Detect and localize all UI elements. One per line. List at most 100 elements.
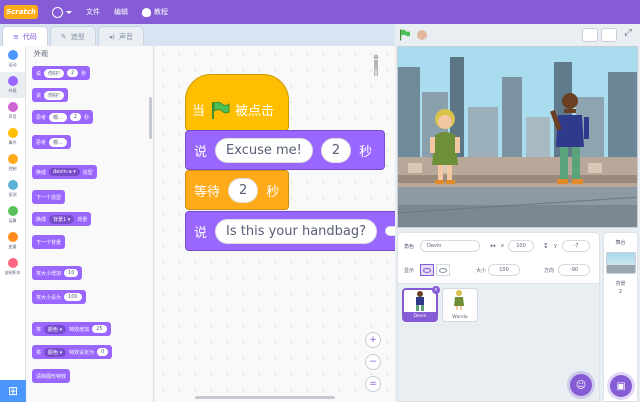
- when-flag-clicked-block[interactable]: 当 被点击: [185, 74, 289, 131]
- choose-sprite-button[interactable]: ☺: [570, 374, 592, 396]
- tutorials-menu[interactable]: 教程: [142, 7, 168, 17]
- category-sensing[interactable]: 侦测: [0, 176, 25, 202]
- set-size-block[interactable]: 将大小设为 100: [32, 290, 86, 304]
- category-events[interactable]: 事件: [0, 124, 25, 150]
- category-variables[interactable]: 变量: [0, 228, 25, 254]
- block-input[interactable]: 嗯...: [49, 112, 67, 122]
- zoom-reset-icon: =: [369, 379, 377, 389]
- zoom-in-button[interactable]: +: [365, 332, 381, 348]
- change-size-block[interactable]: 将大小增加 10: [32, 266, 83, 280]
- file-menu[interactable]: 文件: [86, 7, 100, 17]
- choose-backdrop-button[interactable]: ▣: [610, 375, 632, 397]
- block-label: 秒: [359, 144, 373, 160]
- sprite-tile-name: Wanda: [452, 314, 468, 320]
- sprite-name-input[interactable]: Devin: [420, 240, 480, 252]
- stop-icon[interactable]: [417, 30, 427, 40]
- sprite-info-panel: 角色 Devin ↔ x 100 ↕ y -7 显示 大小 100 方向 -90: [397, 232, 600, 284]
- small-stage-button[interactable]: [582, 28, 598, 42]
- category-dot-icon: [7, 50, 18, 60]
- think-for-secs-block[interactable]: 思考 嗯... 2 秒: [32, 110, 93, 124]
- large-stage-button[interactable]: [601, 28, 617, 42]
- block-input[interactable]: 10: [64, 269, 79, 277]
- switch-costume-block[interactable]: 换成 devin-a ▾ 造型: [32, 165, 97, 179]
- fullscreen-icon[interactable]: ⤢: [620, 28, 636, 42]
- wanda-sprite[interactable]: [428, 107, 462, 187]
- category-operators[interactable]: 运算: [0, 202, 25, 228]
- category-looks[interactable]: 外观: [0, 72, 25, 98]
- category-label: 侦测: [8, 192, 17, 197]
- secs-input[interactable]: 2: [320, 137, 352, 163]
- costume-dropdown[interactable]: devin-a ▾: [49, 168, 80, 176]
- category-control[interactable]: 控制: [0, 150, 25, 176]
- green-flag-icon[interactable]: [399, 29, 411, 41]
- x-input[interactable]: 100: [508, 240, 534, 252]
- stage-target-panel[interactable]: 舞台 背景 2 ▣: [603, 232, 638, 402]
- edit-menu[interactable]: 编辑: [114, 7, 128, 17]
- code-horizontal-scrollbar[interactable]: [195, 396, 335, 399]
- block-label: 将大小设为: [36, 294, 62, 301]
- tab-sounds[interactable]: ◂) 声音: [97, 26, 144, 46]
- block-label: 秒: [266, 184, 280, 200]
- block-input[interactable]: 你好!: [44, 68, 65, 78]
- zoom-out-button[interactable]: −: [365, 354, 381, 370]
- palette-scrollbar[interactable]: [149, 97, 152, 139]
- block-label: 背景: [77, 216, 88, 223]
- code-area[interactable]: 当 被点击 说 Excuse me! 2 秒 等待 2 秒 说 Is this …: [155, 46, 395, 402]
- block-input[interactable]: 嗯...: [49, 137, 67, 147]
- say-block[interactable]: 说 你好!: [32, 88, 69, 102]
- block-input[interactable]: 2: [67, 69, 79, 77]
- tab-code[interactable]: ≡ 代码: [2, 26, 48, 46]
- next-backdrop-block[interactable]: 下一个背景: [32, 235, 66, 249]
- direction-input[interactable]: -90: [558, 264, 590, 276]
- block-label: 说: [36, 70, 42, 77]
- stage-header: ⤢: [395, 24, 640, 46]
- say-for-secs-block[interactable]: 说 你好! 2 秒: [32, 66, 91, 80]
- scratch-logo[interactable]: Scratch: [4, 5, 38, 19]
- wait-block[interactable]: 等待 2 秒: [185, 170, 289, 210]
- clear-effects-block[interactable]: 清除图形特效: [32, 369, 71, 383]
- change-effect-block[interactable]: 将 颜色 ▾ 特效增加 25: [32, 322, 111, 336]
- next-costume-block[interactable]: 下一个造型: [32, 190, 66, 204]
- zoom-reset-button[interactable]: =: [365, 376, 381, 392]
- say-for-secs-block[interactable]: 说 Excuse me! 2 秒: [185, 130, 385, 170]
- category-my-blocks[interactable]: 自制积木: [0, 254, 25, 280]
- category-label: 变量: [8, 244, 17, 249]
- category-motion[interactable]: 运动: [0, 46, 25, 72]
- delete-sprite-icon[interactable]: ×: [432, 286, 440, 294]
- block-input[interactable]: 2: [69, 113, 81, 121]
- y-input[interactable]: -7: [562, 240, 590, 252]
- add-extension-button[interactable]: ⊞: [0, 380, 26, 402]
- stage[interactable]: [397, 46, 638, 228]
- category-label: 控制: [8, 166, 17, 171]
- wait-secs-input[interactable]: 2: [228, 177, 259, 203]
- say-for-secs-block[interactable]: 说 Is this your handbag?: [185, 211, 395, 251]
- language-menu[interactable]: [52, 6, 72, 18]
- brush-icon: ✎: [60, 32, 67, 41]
- category-sound[interactable]: 声音: [0, 98, 25, 124]
- show-sprite-button[interactable]: [420, 264, 434, 276]
- block-input[interactable]: 0: [97, 348, 109, 356]
- think-block[interactable]: 思考 嗯...: [32, 135, 71, 149]
- block-label: 清除图形特效: [36, 373, 67, 380]
- direction-label: 方向: [544, 268, 555, 274]
- backdrop-dropdown[interactable]: 背景1 ▾: [49, 214, 75, 224]
- hide-sprite-button[interactable]: [436, 264, 450, 276]
- block-input[interactable]: 100: [64, 293, 82, 301]
- say-text-input[interactable]: Is this your handbag?: [215, 218, 378, 244]
- block-input[interactable]: 25: [92, 325, 107, 333]
- set-effect-block[interactable]: 将 颜色 ▾ 特效设定为 0: [32, 345, 113, 359]
- size-input[interactable]: 100: [488, 264, 520, 276]
- secs-input[interactable]: [385, 226, 395, 236]
- dropdown-label: 颜色: [48, 349, 59, 356]
- sprite-tile-wanda[interactable]: Wanda: [442, 288, 478, 322]
- block-input[interactable]: 你好!: [44, 90, 65, 100]
- globe-icon: [52, 6, 63, 18]
- devin-sprite[interactable]: [548, 91, 592, 189]
- say-text-input[interactable]: Excuse me!: [215, 137, 313, 163]
- tab-costumes[interactable]: ✎ 造型: [49, 26, 96, 46]
- effect-dropdown[interactable]: 颜色 ▾: [44, 347, 67, 357]
- sprite-tile-devin[interactable]: × Devin: [402, 286, 440, 322]
- category-label: 声音: [8, 114, 17, 119]
- switch-backdrop-block[interactable]: 换成 背景1 ▾ 背景: [32, 212, 92, 226]
- effect-dropdown[interactable]: 颜色 ▾: [44, 324, 67, 334]
